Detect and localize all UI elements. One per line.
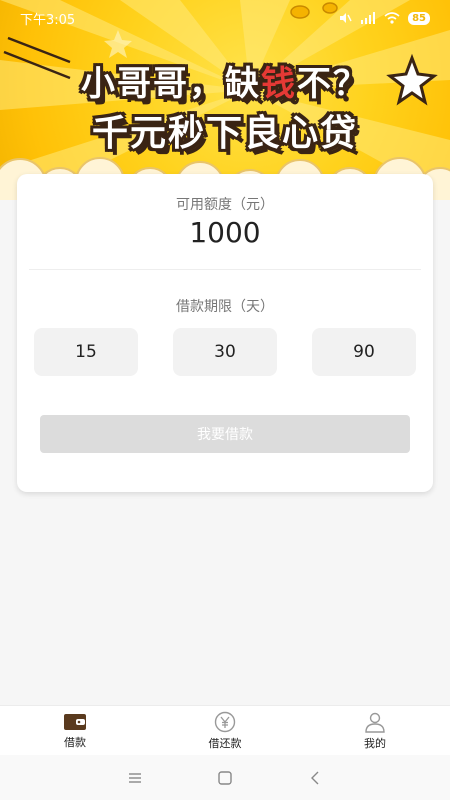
amount-label: 可用额度（元） [176,197,274,213]
wallet-icon [64,713,86,730]
mute-icon [340,13,352,23]
bottom-tab-bar: 借款 借还款 我的 [0,705,450,755]
menu-icon[interactable] [127,771,143,785]
banner-subheadline: 千元秒下良心贷 [91,113,358,154]
tab-borrow[interactable]: 借款 [0,706,150,755]
available-amount: 1000 [189,216,261,249]
wifi-icon [384,12,400,24]
apply-loan-button[interactable]: 我要借款 [40,415,410,453]
tab-label: 借款 [64,735,86,749]
tab-label: 借还款 [208,736,242,750]
status-time: 下午3:05 [20,12,76,28]
tab-repay[interactable]: 借还款 [150,706,300,755]
banner-headline: 小哥哥，缺钱不？ [81,64,369,104]
tab-profile[interactable]: 我的 [300,706,450,755]
user-icon [365,712,385,733]
term-option-30[interactable]: 30 [173,328,277,376]
yen-circle-icon [214,711,236,732]
back-icon[interactable] [307,770,323,786]
signal-icon [361,12,376,24]
loan-card: 可用额度（元） 1000 借款期限（天） 15 30 90 我要借款 [17,174,433,492]
term-option-90[interactable]: 90 [312,328,416,376]
card-divider [29,269,421,270]
home-square-icon[interactable] [217,770,233,786]
term-option-15[interactable]: 15 [34,328,138,376]
term-label: 借款期限（天） [176,299,274,315]
status-bar: 下午3:05 85 [0,0,450,36]
tab-label: 我的 [364,736,386,750]
term-options: 15 30 90 [34,328,416,376]
system-nav-bar [0,755,450,800]
battery-indicator: 85 [408,11,430,25]
